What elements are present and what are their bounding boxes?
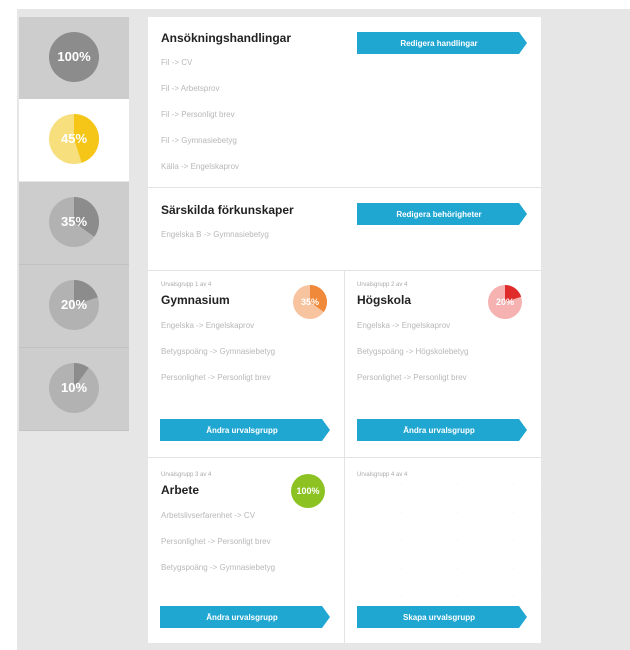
change-group-button[interactable]: Ändra urvalsgrupp bbox=[160, 606, 330, 628]
pie-chart-icon: 100% bbox=[49, 32, 99, 82]
special-title: Särskilda förkunskaper bbox=[161, 203, 294, 217]
document-item: Fil -> Gymnasiebetyg bbox=[161, 136, 237, 145]
empty-group-pattern bbox=[345, 457, 541, 597]
sidebar-item-label: 20% bbox=[61, 297, 87, 312]
divider bbox=[148, 187, 541, 188]
pie-chart-icon: 20% bbox=[49, 280, 99, 330]
group-kicker: Urvalsgrupp 4 av 4 bbox=[357, 472, 408, 478]
document-item: Källa -> Engelskaprov bbox=[161, 162, 240, 171]
edit-documents-button[interactable]: Redigera handlingar bbox=[357, 32, 527, 54]
create-group-button[interactable]: Skapa urvalsgrupp bbox=[357, 606, 527, 628]
group-kicker: Urvalsgrupp 3 av 4 bbox=[161, 472, 212, 478]
group-title: Arbete bbox=[161, 483, 200, 497]
document-item: Fil -> Personligt brev bbox=[161, 110, 235, 119]
sidebar-item-10[interactable]: 10% bbox=[19, 348, 129, 431]
document-item: Fil -> Arbetsprov bbox=[161, 84, 220, 93]
group-item: Personlighet -> Personligt brev bbox=[161, 537, 271, 546]
pie-chart-icon: 35% bbox=[49, 197, 99, 247]
sidebar-item-label: 10% bbox=[61, 380, 87, 395]
pie-chart-icon: 35% bbox=[293, 285, 327, 319]
pie-chart-icon: 10% bbox=[49, 363, 99, 413]
sidebar: 100% 45% 35% 20% 10% bbox=[19, 17, 129, 431]
group-item: Betygspoäng -> Högskolebetyg bbox=[357, 347, 469, 356]
sidebar-item-35[interactable]: 35% bbox=[19, 182, 129, 265]
edit-qualifications-button[interactable]: Redigera behörigheter bbox=[357, 203, 527, 225]
group-item: Arbetslivserfarenhet -> CV bbox=[161, 511, 256, 520]
sidebar-item-label: 100% bbox=[57, 49, 91, 64]
main-panel: Ansökningshandlingar Redigera handlingar… bbox=[148, 17, 541, 643]
sidebar-item-label: 35% bbox=[61, 214, 87, 229]
group-percent: 20% bbox=[496, 297, 514, 307]
change-group-button[interactable]: Ändra urvalsgrupp bbox=[357, 419, 527, 441]
group-percent: 35% bbox=[301, 297, 319, 307]
group-title: Gymnasium bbox=[161, 293, 230, 307]
group-item: Engelska -> Engelskaprov bbox=[357, 321, 451, 330]
sidebar-item-label: 45% bbox=[61, 131, 87, 146]
group-item: Betygspoäng -> Gymnasiebetyg bbox=[161, 347, 276, 356]
special-item: Engelska B -> Gymnasiebetyg bbox=[161, 230, 269, 239]
group-kicker: Urvalsgrupp 1 av 4 bbox=[161, 282, 212, 288]
change-group-button[interactable]: Ändra urvalsgrupp bbox=[160, 419, 330, 441]
group-item: Personlighet -> Personligt brev bbox=[161, 373, 271, 382]
group-item: Engelska -> Engelskaprov bbox=[161, 321, 255, 330]
group-kicker: Urvalsgrupp 2 av 4 bbox=[357, 282, 408, 288]
document-item: Fil -> CV bbox=[161, 58, 193, 67]
sidebar-item-20[interactable]: 20% bbox=[19, 265, 129, 348]
pie-chart-icon: 100% bbox=[291, 474, 325, 508]
group-item: Personlighet -> Personligt brev bbox=[357, 373, 467, 382]
sidebar-item-100[interactable]: 100% bbox=[19, 17, 129, 100]
group-item: Betygspoäng -> Gymnasiebetyg bbox=[161, 563, 276, 572]
group-title: Högskola bbox=[357, 293, 412, 307]
pie-chart-icon: 45% bbox=[49, 114, 99, 164]
sidebar-item-45[interactable]: 45% bbox=[19, 99, 129, 181]
pie-chart-icon: 20% bbox=[488, 285, 522, 319]
group-percent: 100% bbox=[296, 486, 319, 496]
documents-title: Ansökningshandlingar bbox=[161, 31, 292, 45]
